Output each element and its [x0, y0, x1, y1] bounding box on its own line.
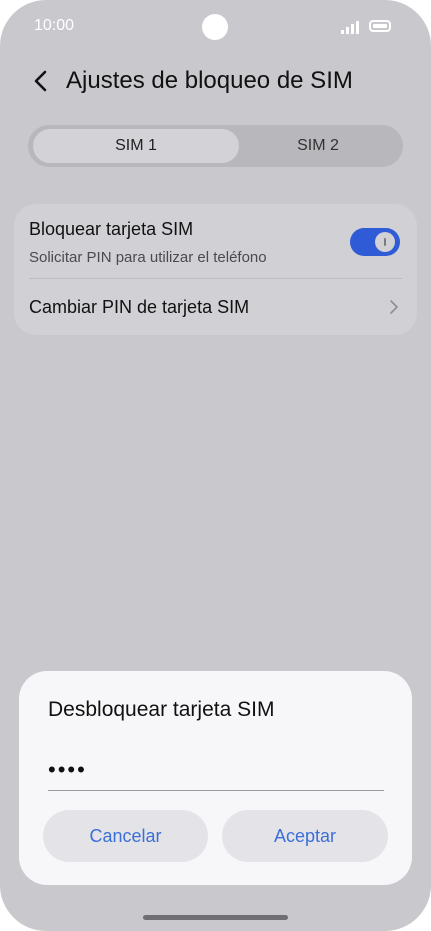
phone-screen: 10:00 Ajustes de bloqueo de SIM SIM 1 SI…: [0, 0, 431, 931]
pin-input[interactable]: [48, 750, 384, 791]
change-pin-title: Cambiar PIN de tarjeta SIM: [29, 297, 250, 317]
status-time: 10:00: [34, 17, 75, 34]
status-bar: 10:00: [0, 0, 431, 54]
header: Ajustes de bloqueo de SIM: [0, 56, 431, 106]
sim-lock-settings-card: Bloquear tarjeta SIM Solicitar PIN para …: [14, 204, 417, 335]
cancel-button[interactable]: Cancelar: [43, 810, 208, 862]
back-arrow-icon[interactable]: [30, 66, 56, 96]
toggle-knob: [375, 232, 395, 252]
tab-sim-1[interactable]: SIM 1: [33, 129, 239, 163]
change-pin-row[interactable]: Cambiar PIN de tarjeta SIM: [14, 279, 417, 335]
sim-selector: SIM 1 SIM 2: [28, 125, 403, 167]
accept-button[interactable]: Aceptar: [222, 810, 388, 862]
signal-icon: [341, 21, 359, 34]
tab-sim-2[interactable]: SIM 2: [238, 129, 398, 163]
lock-sim-toggle[interactable]: [350, 228, 400, 256]
lock-sim-subtitle: Solicitar PIN para utilizar el teléfono: [29, 249, 267, 266]
chevron-right-icon: [390, 300, 398, 314]
front-camera: [202, 14, 228, 40]
dialog-title: Desbloquear tarjeta SIM: [48, 698, 275, 721]
lock-sim-row[interactable]: Bloquear tarjeta SIM Solicitar PIN para …: [14, 204, 417, 279]
home-indicator[interactable]: [143, 915, 288, 920]
page-title: Ajustes de bloqueo de SIM: [66, 67, 353, 94]
lock-sim-title: Bloquear tarjeta SIM: [29, 219, 194, 239]
unlock-sim-dialog: Desbloquear tarjeta SIM Cancelar Aceptar: [19, 671, 412, 885]
battery-icon: [369, 20, 391, 32]
